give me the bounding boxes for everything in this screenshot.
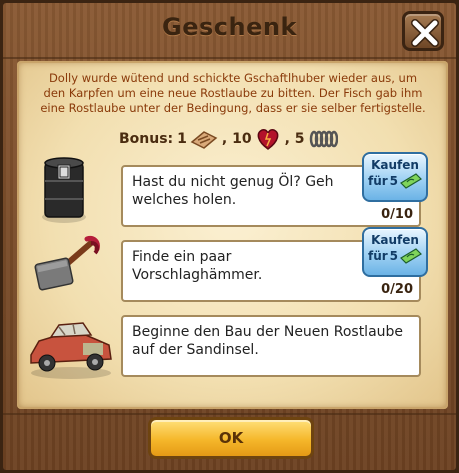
building-kit-icon — [190, 131, 218, 149]
dialog-title: Geschenk — [162, 13, 297, 41]
plank-divider — [3, 57, 456, 59]
oil-barrel-icon — [39, 155, 89, 229]
plank-divider — [3, 413, 456, 415]
ok-button[interactable]: OK — [148, 417, 314, 459]
task-description: Finde ein paar Vorschlaghämmer. — [132, 249, 263, 283]
bonus-item: , 5 — [285, 130, 338, 148]
content-panel: Dolly wurde wütend und schickte Gschaftl… — [17, 61, 448, 409]
old-car-icon — [25, 315, 117, 385]
bonus-amount: 1 — [177, 131, 187, 147]
buy-label: Kaufen — [371, 158, 419, 172]
sledgehammer-icon — [33, 235, 103, 303]
ticket-icon — [400, 173, 422, 189]
bonus-item: 1 — [177, 128, 218, 150]
buy-prefix: für — [367, 249, 388, 263]
ticket-icon — [400, 248, 422, 264]
task-description: Hast du nicht genug Öl? Geh welches hole… — [132, 174, 334, 208]
close-icon — [411, 19, 439, 47]
buy-amount: 5 — [389, 174, 399, 188]
heart-icon — [257, 129, 278, 150]
task-card: Beginne den Bau der Neuen Rostlaube auf … — [121, 315, 421, 377]
buy-price: für 5 — [364, 173, 426, 189]
task-description: Beginne den Bau der Neuen Rostlaube auf … — [132, 324, 404, 358]
buy-price: für 5 — [364, 248, 426, 264]
bonus-item: , 10 — [222, 127, 281, 151]
bonus-label: Bonus: — [119, 131, 174, 147]
bonus-amount: , 10 — [221, 131, 252, 147]
bonus-amount: , 5 — [284, 131, 305, 147]
dialog-frame: Geschenk Dolly wurde wütend und schickte… — [0, 0, 459, 473]
task-progress: 0/20 — [381, 282, 413, 297]
task-progress: 0/10 — [381, 207, 413, 222]
buy-button[interactable]: Kaufen für 5 — [362, 152, 428, 202]
buy-button[interactable]: Kaufen für 5 — [362, 227, 428, 277]
spring-coil-icon — [309, 130, 338, 148]
close-button[interactable] — [402, 11, 444, 51]
buy-amount: 5 — [389, 249, 399, 263]
buy-label: Kaufen — [371, 233, 419, 247]
buy-prefix: für — [367, 174, 388, 188]
intro-text: Dolly wurde wütend und schickte Gschaftl… — [40, 71, 426, 115]
bonus-row: Bonus: 1 , 10 , 5 — [119, 127, 338, 151]
